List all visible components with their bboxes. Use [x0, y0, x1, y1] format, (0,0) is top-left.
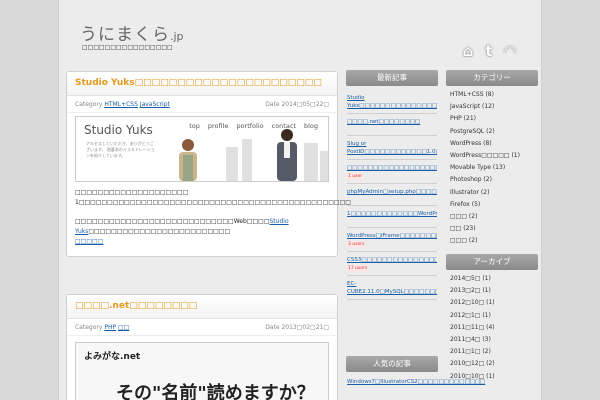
excerpt-line: □□□□□□□□□□□□□□□□□□□□□□□□□□□□Web□□□□Studi… [75, 218, 289, 235]
category-item[interactable]: Firefox (5) [450, 199, 534, 211]
archive-item[interactable]: 2014□5□ (1) [450, 273, 534, 285]
recent-post-link[interactable]: □□□□□□□□□□□□□□□□□□□□□□□□p [347, 164, 437, 172]
archive-item[interactable]: 2011□1□ (2) [450, 346, 534, 358]
thumbnail-logo: よみがな.net [84, 352, 141, 362]
thumbnail-illustration [179, 129, 328, 181]
categories-list: HTML+CSS (8) JavaScript (12) PHP (21) Po… [446, 86, 538, 247]
archive-item[interactable]: 2010□12□ (2) [450, 358, 534, 370]
category-item[interactable]: HTML+CSS (8) [450, 89, 534, 101]
category-label: Category [75, 101, 103, 108]
category-link[interactable]: JavaScript [140, 101, 170, 108]
recent-post-link[interactable]: CSS3□□□□□□□□□□□□□□□□□□□ [347, 256, 437, 264]
list-item: Slug or PostID□□□□□□□□□□□□1.0□□□□□□□□ [347, 136, 437, 160]
list-item: 1□□□□□□□□□□□□□WordPress□□□□□□□□□□□□ [347, 206, 437, 228]
post-categories: Category PHP □□ [75, 319, 129, 335]
category-item[interactable]: JavaScript (12) [450, 101, 534, 113]
post-thumbnail[interactable]: よみがな.net その"名前"読めますか？ [75, 342, 329, 400]
recent-post-link[interactable]: 1□□□□□□□□□□□□□WordPress□□□□□□□□□□□□ [347, 210, 437, 218]
archive-heading: アーカイブ [446, 254, 538, 270]
recent-post-link[interactable]: Slug or PostID□□□□□□□□□□□□1.0□□□□□□□□ [347, 140, 437, 156]
list-item: Windows7□IllustratorCS2□□□□□□□□□□□□□ [346, 372, 485, 386]
date-label: Date [265, 324, 280, 331]
category-item[interactable]: WordPress□□□□□ (1) [450, 150, 534, 162]
archive-item[interactable]: 2010□10□ (1) [450, 371, 534, 383]
category-item[interactable]: Movable Type (13) [450, 162, 534, 174]
category-link[interactable]: □□ [118, 324, 129, 331]
category-link[interactable]: HTML+CSS [104, 101, 138, 108]
archive-item[interactable]: 2012□10□ (1) [450, 297, 534, 309]
category-item[interactable]: Illustrator (2) [450, 187, 534, 199]
post-excerpt: □□□□□□□□□□□□□□□□□□□□ 1□□□□□□□□□□□□□□□□□□… [67, 182, 351, 247]
recent-posts-heading: 最新記事 [346, 70, 438, 86]
archive-widget: アーカイブ 2014□5□ (1) 2013□2□ (1) 2012□10□ (… [446, 254, 538, 383]
recent-post-link[interactable]: □□□□.net□□□□□□□□ [347, 118, 437, 126]
popular-posts-heading: 人気の記事 [346, 356, 438, 372]
category-label: Category [75, 324, 103, 331]
post-card: Studio Yuks□□□□□□□□□□□□□□□□□□□□□□ Catego… [66, 71, 351, 257]
bookmark-count-badge[interactable]: 17 users [347, 265, 369, 272]
excerpt-line: □□□□□□□□□□□□□□□□□□□□ [75, 189, 189, 196]
category-item[interactable]: PostgreSQL (2) [450, 126, 534, 138]
list-item: Studio Yuks□□□□□□□□□□□□□□□□□□□□ [347, 90, 437, 114]
site-title[interactable]: うにまくら.jp [80, 20, 184, 45]
bookmark-count-badge[interactable]: 1 user [347, 173, 364, 180]
list-item: CSS3□□□□□□□□□□□□□□□□□□□17 users [347, 252, 437, 276]
post-title[interactable]: Studio Yuks□□□□□□□□□□□□□□□□□□□□□□ [67, 72, 337, 96]
list-item: EC-CUBE2.11.0□MySQL□□□□□□□□□□□□□□□□□ [347, 276, 437, 300]
man-figure [277, 129, 297, 181]
recent-post-link[interactable]: EC-CUBE2.11.0□MySQL□□□□□□□□□□□□□□□□□ [347, 280, 437, 296]
list-item: □□□□.net□□□□□□□□ [347, 114, 437, 136]
woman-figure [179, 139, 197, 181]
post-date: Date 2014□05□22□ [265, 96, 329, 112]
recent-post-link[interactable]: WordPress□iFrame□□□□□□□□□□□□□□□□□□□□□ [347, 232, 437, 240]
category-item[interactable]: □□□ (2) [450, 235, 534, 247]
site-tagline: □□□□□□□□□□□□□□□□ [82, 44, 173, 51]
post-card: □□□□.net□□□□□□□□ Category PHP □□ Date 20… [66, 294, 338, 400]
popular-posts-widget: 人気の記事 Windows7□IllustratorCS2□□□□□□□□□□□… [346, 356, 485, 386]
category-item[interactable]: Photoshop (2) [450, 174, 534, 186]
post-categories: Category HTML+CSS JavaScript [75, 96, 170, 112]
list-item: WordPress□iFrame□□□□□□□□□□□□□□□□□□□□□3 u… [347, 228, 437, 252]
excerpt-line: 1□□□□□□□□□□□□□□□□□□□□□□□□□□□□□□□□□□□□□□□… [75, 199, 351, 206]
archive-item[interactable]: 2012□1□ (1) [450, 310, 534, 322]
post-thumbnail[interactable]: Studio Yuks top profile portfolio contac… [75, 116, 329, 182]
archive-item[interactable]: 2011□11□ (4) [450, 322, 534, 334]
bookmark-count-badge[interactable]: 3 users [347, 241, 366, 248]
site-title-tld[interactable]: .jp [170, 30, 184, 43]
post-meta: Category PHP □□ Date 2013□02□21□ [67, 319, 337, 336]
category-item[interactable]: □□ (23) [450, 223, 534, 235]
recent-post-link[interactable]: Studio Yuks□□□□□□□□□□□□□□□□□□□□ [347, 94, 437, 110]
list-item: □□□□□□□□□□□□□□□□□□□□□□□□p1 user [347, 160, 437, 184]
list-item: phpMyAdmin□setup.php□□□□□□□□□□□□□ [347, 184, 437, 206]
date-label: Date [265, 101, 280, 108]
site-title-main[interactable]: うにまくら [80, 25, 170, 45]
recent-post-link[interactable]: phpMyAdmin□setup.php□□□□□□□□□□□□□ [347, 188, 437, 196]
category-item[interactable]: PHP (21) [450, 113, 534, 125]
archive-list: 2014□5□ (1) 2013□2□ (1) 2012□10□ (1) 201… [446, 270, 538, 383]
archive-item[interactable]: 2011□4□ (3) [450, 334, 534, 346]
category-link[interactable]: PHP [104, 324, 116, 331]
header-icons: ⌂ t ◠ [459, 42, 519, 60]
rss-icon[interactable]: ◠ [501, 42, 519, 60]
recent-posts-list: Studio Yuks□□□□□□□□□□□□□□□□□□□□ □□□□.net… [346, 86, 438, 300]
category-item[interactable]: □□□ (2) [450, 211, 534, 223]
categories-widget: カテゴリー HTML+CSS (8) JavaScript (12) PHP (… [446, 70, 538, 247]
categories-heading: カテゴリー [446, 70, 538, 86]
read-more-link[interactable]: □□□□□ [75, 238, 103, 245]
archive-item[interactable]: 2013□2□ (1) [450, 285, 534, 297]
post-title[interactable]: □□□□.net□□□□□□□□ [67, 295, 337, 319]
post-date: Date 2013□02□21□ [265, 319, 329, 335]
thumbnail-headline: その"名前"読めますか？ [116, 383, 315, 400]
date-value: 2014□05□22□ [281, 101, 329, 108]
twitter-icon[interactable]: t [480, 42, 498, 60]
home-icon[interactable]: ⌂ [459, 42, 477, 60]
category-item[interactable]: WordPress (8) [450, 138, 534, 150]
post-meta: Category HTML+CSS JavaScript Date 2014□0… [67, 96, 337, 113]
recent-posts-widget: 最新記事 Studio Yuks□□□□□□□□□□□□□□□□□□□□ □□□… [346, 70, 438, 300]
date-value: 2013□02□21□ [281, 324, 329, 331]
